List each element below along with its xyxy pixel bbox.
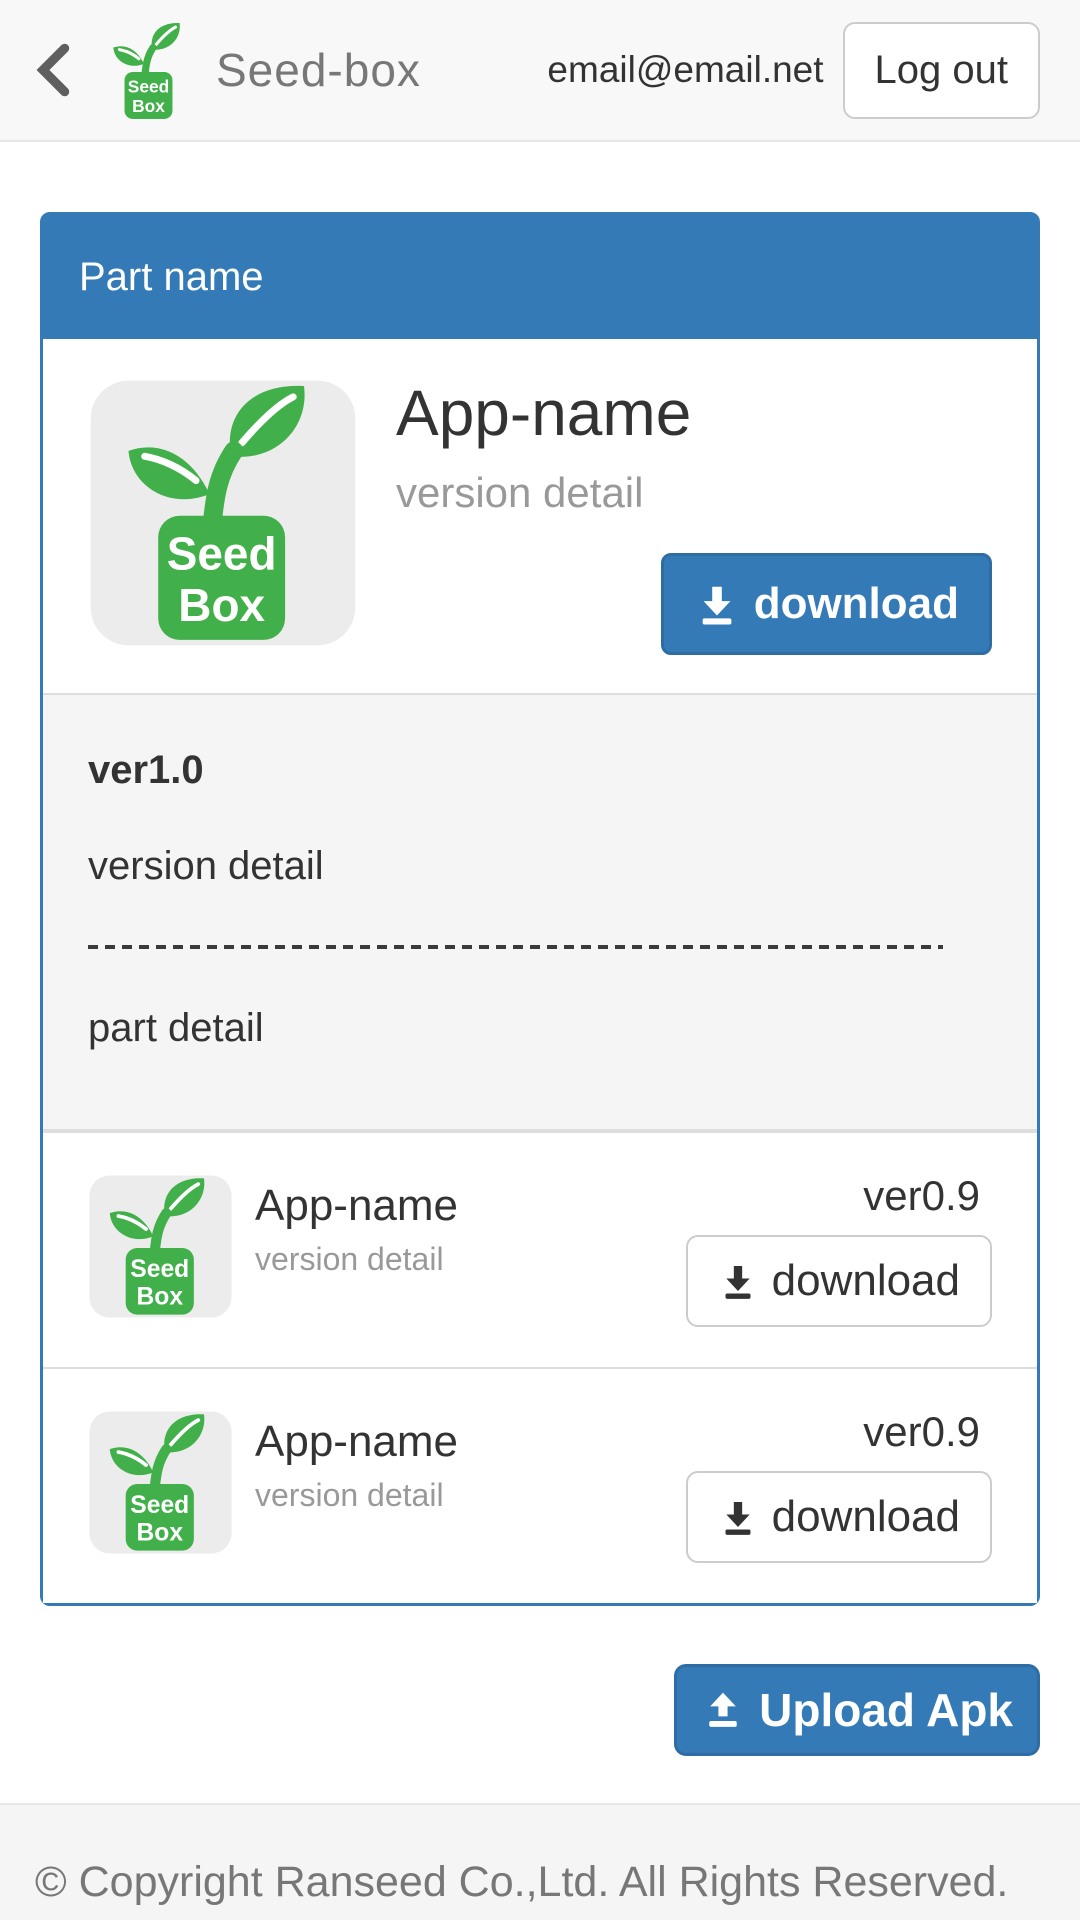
logo-text-line1: Seed [167,528,277,580]
app-logo-icon: Seed Box [88,1409,233,1556]
download-icon [718,1261,758,1301]
download-icon [718,1497,758,1537]
download-button-primary[interactable]: download [661,553,992,655]
download-button-label: download [772,1257,960,1305]
chevron-left-icon [30,41,74,99]
logo-text-line2: Box [136,1284,183,1311]
version-number: ver1.0 [88,747,992,793]
logo-text-line1: Seed [128,76,169,96]
footer: © Copyright Ranseed Co.,Ltd. All Rights … [0,1803,1080,1920]
logo-text-line1: Seed [130,1256,189,1283]
item-version-number: ver0.9 [863,1409,992,1455]
logo-text-line2: Box [178,579,265,631]
app-name-title: App-name [396,377,992,449]
app-logo-icon: Seed Box [88,1173,233,1320]
brand-title: Seed-box [216,43,421,97]
app-version-detail: version detail [396,469,992,517]
part-detail-text: part detail [88,1005,992,1051]
logo-text-line2: Box [132,96,165,116]
download-button-outline[interactable]: download [686,1471,992,1563]
download-button-outline[interactable]: download [686,1235,992,1327]
logo-text-line2: Box [136,1520,183,1547]
logout-button[interactable]: Log out [843,22,1040,119]
app-list-row: Seed Box App-name version detail ver0.9 … [43,1131,1037,1367]
version-notes: ver1.0 version detail part detail [43,693,1037,1131]
upload-button-label: Upload Apk [759,1684,1013,1736]
featured-app: Seed Box App-name version detail downloa… [43,339,1037,693]
upload-icon [701,1688,745,1732]
download-icon [694,581,740,627]
dashed-divider [88,945,943,949]
item-app-name: App-name [255,1417,458,1467]
main-content: Part name Seed Box App-name version d [0,142,1080,1756]
item-app-name: App-name [255,1181,458,1231]
version-detail-text: version detail [88,843,992,889]
app-list-row: Seed Box App-name version detail ver0.9 … [43,1367,1037,1603]
app-logo-icon: Seed Box [88,377,358,649]
copyright-text: © Copyright Ranseed Co.,Ltd. All Rights … [35,1858,1008,1906]
upload-apk-button[interactable]: Upload Apk [674,1664,1040,1756]
download-button-label: download [772,1493,960,1541]
navbar: Seed Box Seed-box email@email.net Log ou… [0,0,1080,142]
item-version-number: ver0.9 [863,1173,992,1219]
item-version-detail: version detail [255,1477,458,1513]
download-button-label: download [754,580,959,628]
user-email: email@email.net [547,49,823,91]
part-panel: Part name Seed Box App-name version d [40,212,1040,1606]
logo-text-line1: Seed [130,1492,189,1519]
back-button[interactable] [30,40,76,100]
panel-title: Part name [43,215,1037,339]
seedbox-logo-icon: Seed Box [98,19,200,123]
item-version-detail: version detail [255,1241,458,1277]
